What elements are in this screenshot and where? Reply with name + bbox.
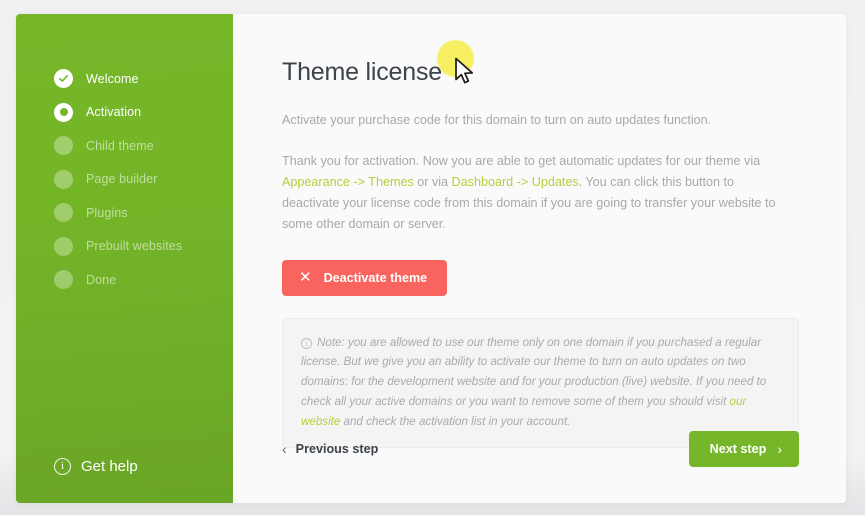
check-icon [54,69,73,89]
sidebar-item-label: Page builder [86,172,158,187]
arrow-separator: -> [513,175,532,190]
wizard-content: Theme license Activate your purchase cod… [233,14,846,503]
next-step-button[interactable]: Next step › [688,431,799,467]
dashboard-link[interactable]: Dashboard [452,175,514,189]
note-text-2: and check the activation list in your ac… [340,415,571,429]
updates-link[interactable]: Updates [532,175,579,189]
sidebar-item-label: Welcome [86,71,139,86]
license-note-box: i Note: you are allowed to use our theme … [282,317,799,449]
step-list: Welcome Activation Child theme Page buil… [16,62,233,297]
sidebar-item-label: Child theme [86,138,154,153]
sidebar-item-label: Done [86,272,117,287]
sidebar-item-child-theme[interactable]: Child theme [16,129,233,163]
setup-wizard-card: Welcome Activation Child theme Page buil… [16,14,846,503]
wizard-sidebar: Welcome Activation Child theme Page buil… [16,14,233,503]
dot-icon [54,236,73,256]
dot-icon [54,169,73,189]
license-note-text: i Note: you are allowed to use our theme … [301,333,778,433]
info-circle-icon: i [54,458,71,475]
chevron-left-icon: ‹ [282,441,287,457]
themes-link[interactable]: Themes [368,175,414,189]
sidebar-item-activation[interactable]: Activation [16,96,233,130]
note-text-1: Note: you are allowed to use our theme o… [301,335,767,409]
close-x-icon: ✕ [299,269,312,287]
sidebar-item-page-builder[interactable]: Page builder [16,163,233,197]
dot-icon [54,270,73,290]
sidebar-item-label: Prebuilt websites [86,239,183,254]
description-text-1: Thank you for activation. Now you are ab… [282,153,761,168]
sidebar-item-label: Activation [86,105,142,120]
deactivate-theme-label: Deactivate theme [323,270,428,285]
sidebar-item-welcome[interactable]: Welcome [16,62,233,96]
wizard-footer-nav: ‹ Previous step Next step › [282,431,799,467]
dot-icon [54,136,73,156]
arrow-separator: -> [349,175,369,190]
description-text-2: or via [413,175,452,190]
sidebar-item-plugins[interactable]: Plugins [16,196,233,230]
previous-step-button[interactable]: ‹ Previous step [282,442,378,456]
activation-description: Thank you for activation. Now you are ab… [282,151,784,236]
deactivate-theme-button[interactable]: ✕ Deactivate theme [282,259,448,296]
get-help-label: Get help [81,458,138,475]
page-title: Theme license [282,58,442,86]
chevron-right-icon: › [777,441,782,457]
sidebar-item-label: Plugins [86,205,128,220]
info-circle-icon: i [301,337,312,349]
radio-active-icon [54,102,73,122]
next-step-label: Next step [709,442,767,456]
appearance-link[interactable]: Appearance [282,175,350,189]
previous-step-label: Previous step [295,442,379,456]
sidebar-item-prebuilt-websites[interactable]: Prebuilt websites [16,230,233,264]
page-subtitle: Activate your purchase code for this dom… [282,113,712,127]
dot-icon [54,203,73,223]
get-help-button[interactable]: i Get help [54,458,138,475]
sidebar-item-done[interactable]: Done [16,263,233,297]
